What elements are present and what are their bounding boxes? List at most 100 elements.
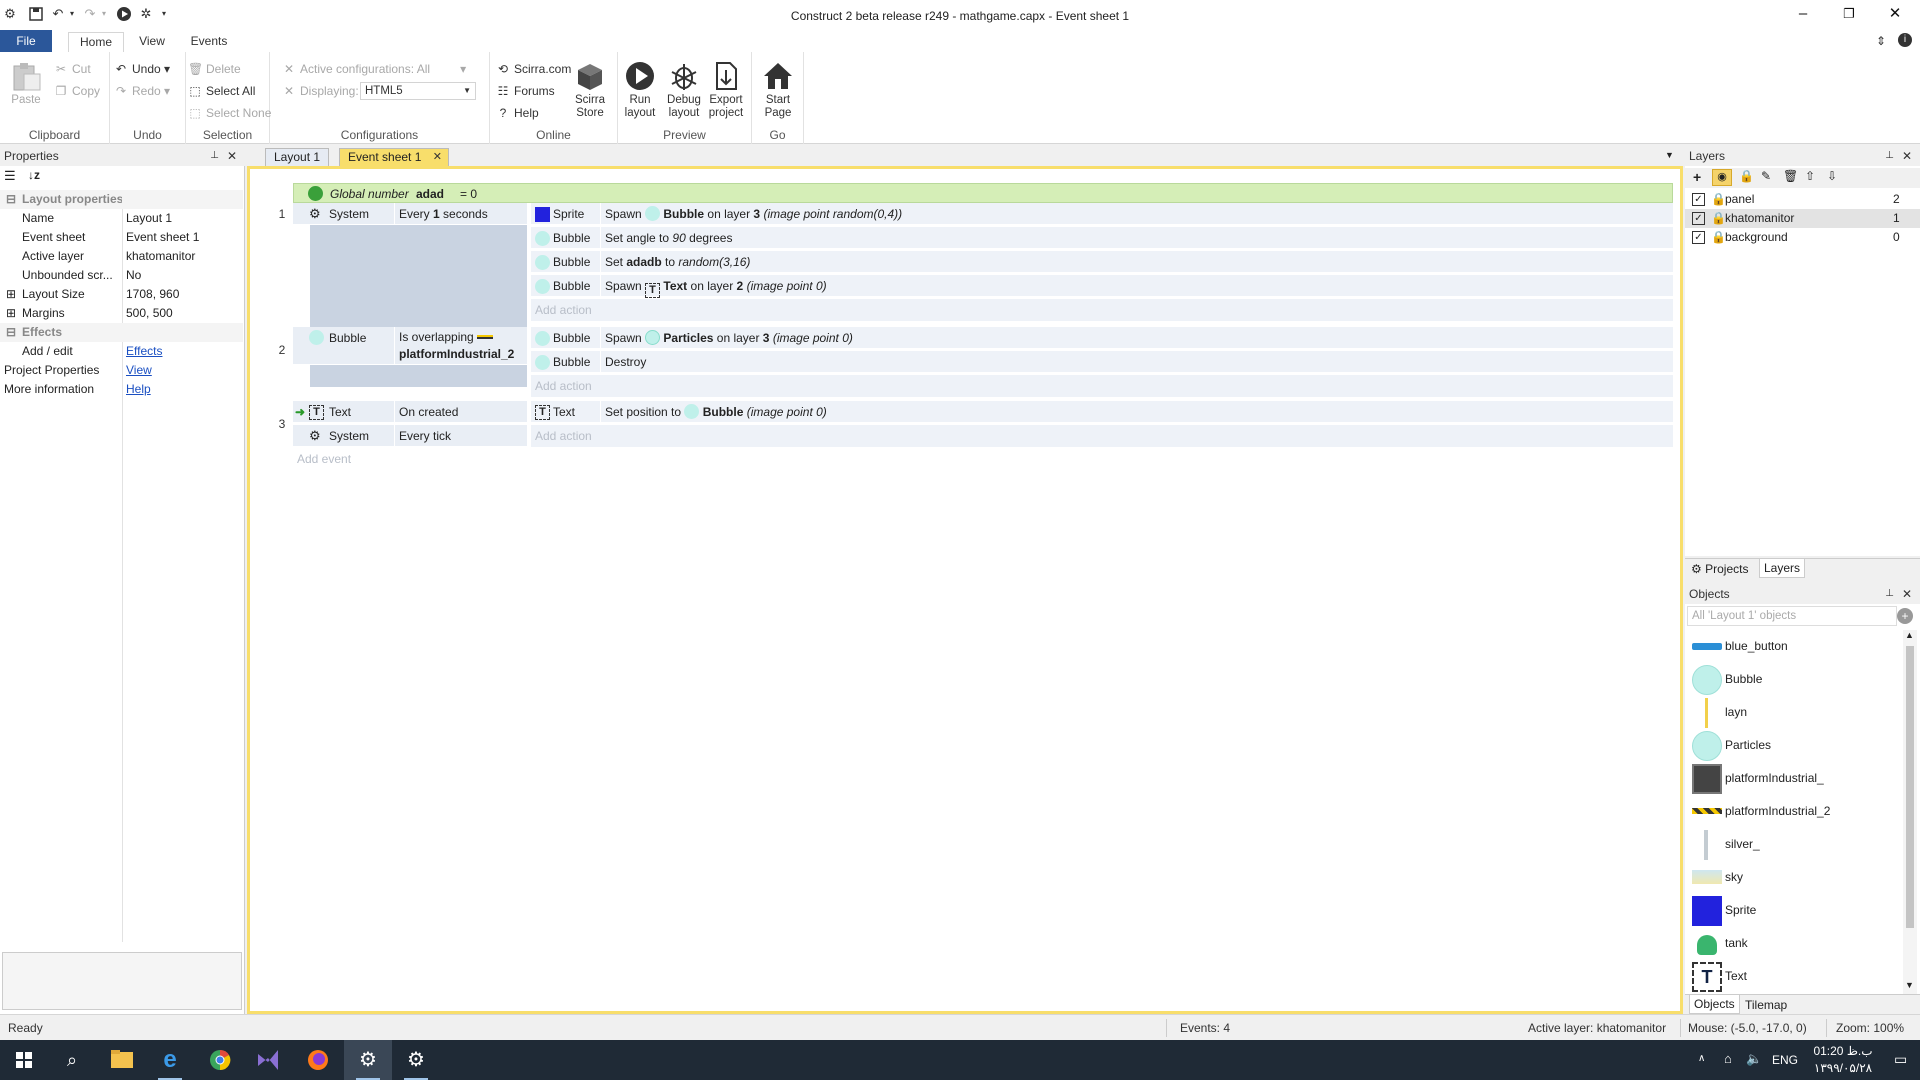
debug-layout-button[interactable]: Debug layout (664, 60, 704, 120)
redo-button[interactable]: ↷ Redo ▾ (114, 82, 170, 100)
close-tab-icon[interactable]: ✕ (433, 149, 442, 166)
object-item-bubble[interactable]: Bubble (1685, 663, 1903, 696)
action-row[interactable]: Bubble Set adadb to random(3,16) (531, 251, 1673, 273)
layout-properties-section[interactable]: ⊟ Layout properties (0, 190, 243, 209)
condition-row[interactable]: ⚙ System Every tick (293, 425, 527, 447)
prop-name[interactable]: Name Layout 1 (0, 209, 243, 228)
visible-checkbox[interactable]: ✓ (1692, 193, 1705, 206)
ribbon-collapse-icon[interactable]: ⇕ (1876, 34, 1886, 48)
pin-icon[interactable]: ⊥ (210, 146, 219, 166)
undo-button[interactable]: ↶ Undo ▾ (114, 60, 170, 78)
tab-projects[interactable]: ⚙ Projects (1691, 562, 1748, 576)
active-configurations-dropdown[interactable]: ✕ Active configurations: All ▾ (282, 60, 466, 78)
action-row[interactable]: T Text Set position to Bubble (image poi… (531, 401, 1673, 423)
visible-checkbox[interactable]: ✓ (1692, 212, 1705, 225)
condition-row[interactable]: Bubble Is overlapping platformIndustrial… (293, 327, 527, 365)
add-object-icon[interactable]: + (1897, 608, 1913, 624)
notifications-icon[interactable]: ▭ (1894, 1051, 1907, 1068)
help-link[interactable]: ? Help (496, 104, 539, 122)
forums-link[interactable]: ☷ Forums (496, 82, 555, 100)
lock-icon[interactable]: 🔒 (1711, 228, 1726, 247)
prop-margins[interactable]: ⊞ Margins 500, 500 (0, 304, 243, 323)
effects-section[interactable]: ⊟ Effects (0, 323, 243, 342)
clock-date[interactable]: ۱۳۹۹/۰۵/۲۸ (1808, 1061, 1878, 1075)
eye-icon[interactable]: ◉ (1712, 169, 1732, 186)
edit-icon[interactable]: ✎ (1761, 169, 1771, 183)
pin-icon[interactable]: ⊥ (1885, 146, 1894, 166)
expand-icon[interactable]: ⊞ (6, 285, 16, 304)
prop-unbounded[interactable]: Unbounded scr... No (0, 266, 243, 285)
select-none-button[interactable]: ⬚ Select None (188, 104, 271, 122)
objects-filter-input[interactable]: All 'Layout 1' objects (1687, 606, 1897, 626)
construct2-taskbar-icon[interactable]: ⚙ (344, 1040, 392, 1080)
add-action-link[interactable]: Add action (531, 425, 1673, 447)
effects-link[interactable]: Effects (126, 342, 162, 361)
language-indicator[interactable]: ENG (1772, 1053, 1798, 1067)
tab-objects[interactable]: Objects (1689, 995, 1740, 1014)
layer-row[interactable]: ✓ 🔒 panel 2 (1685, 190, 1920, 209)
action-row[interactable]: Bubble Set angle to 90 degrees (531, 227, 1673, 249)
add-layer-icon[interactable]: + (1693, 169, 1701, 185)
objects-scrollbar[interactable]: ▲ ▼ (1903, 630, 1917, 994)
object-item-blue-button[interactable]: blue_button (1685, 630, 1903, 663)
sort-alpha-icon[interactable]: ↓z (28, 168, 40, 182)
add-action-link[interactable]: Add action (531, 299, 1673, 321)
select-all-button[interactable]: ⬚ Select All (188, 82, 255, 100)
scroll-up-icon[interactable]: ▲ (1905, 630, 1914, 640)
object-item-particles[interactable]: Particles (1685, 729, 1903, 762)
paste-button[interactable]: Paste (6, 60, 46, 107)
help-icon[interactable]: i (1898, 33, 1912, 47)
object-item-silver[interactable]: silver_ (1685, 828, 1903, 861)
export-project-button[interactable]: Export project (706, 60, 746, 120)
visual-studio-icon[interactable] (244, 1040, 292, 1080)
object-item-layn[interactable]: layn (1685, 696, 1903, 729)
action-row[interactable]: Bubble Spawn Particles on layer 3 (image… (531, 327, 1673, 349)
tab-view[interactable]: View (130, 32, 174, 52)
cut-button[interactable]: ✂ Cut (54, 60, 91, 78)
lock-icon[interactable]: 🔒 (1739, 169, 1754, 183)
scroll-down-icon[interactable]: ▼ (1905, 980, 1914, 990)
tab-layout-1[interactable]: Layout 1 (265, 148, 330, 166)
lock-icon[interactable]: 🔒 (1711, 209, 1726, 228)
tray-chevron-icon[interactable]: ∧ (1698, 1053, 1705, 1064)
close-icon[interactable]: ✕ (1902, 146, 1912, 166)
close-icon[interactable]: ✕ (1902, 584, 1912, 604)
tab-event-sheet-1[interactable]: Event sheet 1 ✕ (339, 148, 449, 166)
file-explorer-icon[interactable] (98, 1040, 146, 1080)
tab-layers[interactable]: Layers (1759, 559, 1806, 578)
layer-row[interactable]: ✓ 🔒 background 0 (1685, 228, 1920, 247)
condition-row[interactable]: ➜ T Text On created (293, 401, 527, 423)
action-row[interactable]: Sprite Spawn Bubble on layer 3 (image po… (531, 203, 1673, 225)
search-icon[interactable]: ⌕ (48, 1040, 96, 1080)
minimize-button[interactable]: – (1780, 0, 1826, 30)
global-variable-row[interactable]: Global number adad = 0 (293, 183, 1673, 203)
prop-layout-size[interactable]: ⊞ Layout Size 1708, 960 (0, 285, 243, 304)
close-icon[interactable]: ✕ (227, 146, 237, 166)
object-item-platformindustrial[interactable]: platformIndustrial_ (1685, 762, 1903, 795)
maximize-button[interactable]: ❐ (1826, 0, 1872, 30)
action-row[interactable]: Bubble Spawn T Text on layer 2 (image po… (531, 275, 1673, 298)
chrome-icon[interactable] (196, 1040, 244, 1080)
trash-icon[interactable]: 🗑 (1783, 169, 1798, 183)
scirra-store-button[interactable]: Scirra Store (570, 60, 610, 120)
displaying-select[interactable]: HTML5 ▼ (360, 82, 476, 100)
tab-file[interactable]: File (0, 30, 52, 52)
object-item-tank[interactable]: tank (1685, 927, 1903, 960)
clock-time[interactable]: 01:20 ب.ظ (1808, 1044, 1878, 1058)
start-button[interactable] (0, 1040, 48, 1080)
network-icon[interactable]: ⌂ (1724, 1051, 1732, 1066)
prop-active-layer[interactable]: Active layer khatomanitor (0, 247, 243, 266)
firefox-icon[interactable] (294, 1040, 342, 1080)
copy-button[interactable]: ❐ Copy (54, 82, 100, 100)
prop-event-sheet[interactable]: Event sheet Event sheet 1 (0, 228, 243, 247)
object-item-sprite[interactable]: Sprite (1685, 894, 1903, 927)
volume-icon[interactable]: 🔈 (1746, 1051, 1762, 1067)
action-row[interactable]: Bubble Destroy (531, 351, 1673, 373)
edge-icon[interactable]: e (146, 1040, 194, 1080)
lock-icon[interactable]: 🔒 (1711, 190, 1726, 209)
tab-list-chevron-icon[interactable]: ▼ (1665, 150, 1674, 160)
scrollbar-thumb[interactable] (1906, 646, 1914, 928)
layer-row[interactable]: ✓ 🔒 khatomanitor 1 (1685, 209, 1920, 228)
tab-home[interactable]: Home (68, 32, 124, 52)
close-button[interactable]: ✕ (1872, 0, 1918, 30)
